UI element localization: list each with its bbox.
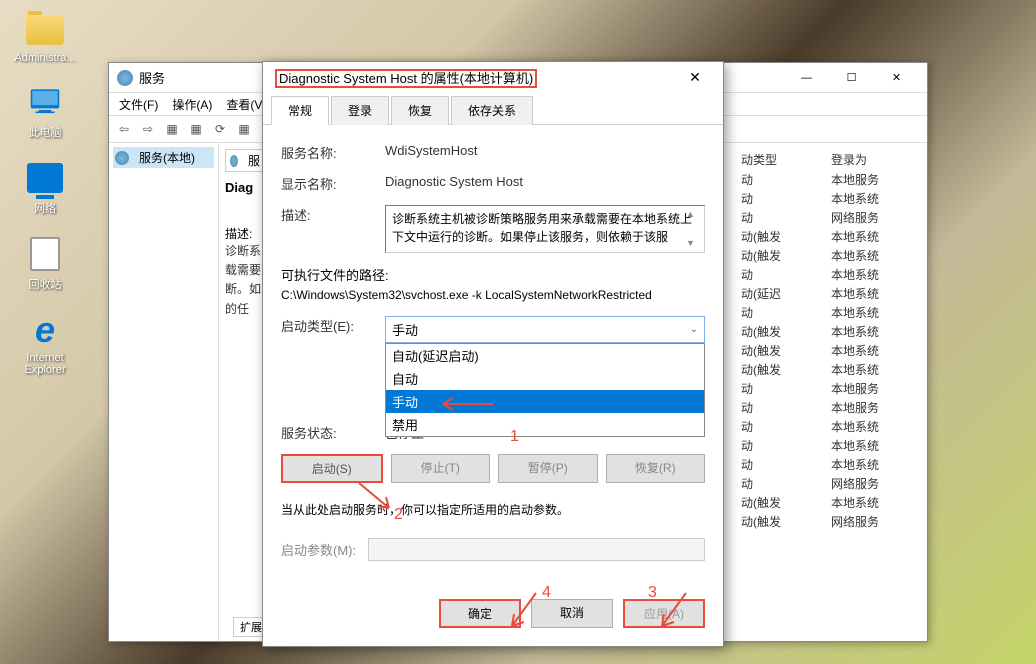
label-startup-type: 启动类型(E):: [281, 316, 385, 335]
col-logon[interactable]: 登录为: [831, 151, 867, 168]
service-row[interactable]: 动本地系统: [741, 455, 923, 474]
cancel-button[interactable]: 取消: [531, 599, 613, 628]
service-row[interactable]: 动(触发本地系统: [741, 341, 923, 360]
label-display-name: 显示名称:: [281, 174, 385, 193]
label-description: 描述:: [281, 205, 385, 224]
tab-recovery[interactable]: 恢复: [391, 96, 449, 125]
desktop-label: Internet Explorer: [10, 352, 80, 376]
minimize-button[interactable]: —: [784, 64, 829, 92]
service-row[interactable]: 动本地服务: [741, 379, 923, 398]
label-start-params: 启动参数(M):: [281, 540, 356, 559]
desktop-network[interactable]: 网络: [10, 158, 80, 216]
services-tree-local[interactable]: 服务(本地): [113, 147, 214, 168]
desktop-label: Administra...: [10, 52, 80, 64]
toolbar-btn[interactable]: ▦: [233, 118, 255, 140]
tab-dependencies[interactable]: 依存关系: [451, 96, 533, 125]
network-icon: [21, 158, 69, 198]
desktop-label: 此电脑: [10, 124, 80, 140]
value-display-name: Diagnostic System Host: [385, 174, 705, 189]
start-hint-text: 当从此处启动服务时，你可以指定所适用的启动参数。: [281, 501, 705, 518]
toolbar-btn[interactable]: ▦: [185, 118, 207, 140]
value-service-name: WdiSystemHost: [385, 143, 705, 158]
desktop-recycle-bin[interactable]: 回收站: [10, 234, 80, 292]
maximize-button[interactable]: ☐: [829, 64, 874, 92]
folder-icon: [26, 15, 64, 45]
resume-button[interactable]: 恢复(R): [606, 454, 706, 483]
startup-dropdown: 自动(延迟启动) 自动 手动 禁用: [385, 343, 705, 437]
label-service-name: 服务名称:: [281, 143, 385, 162]
service-row[interactable]: 动(触发本地系统: [741, 360, 923, 379]
scroll-up-icon[interactable]: ▲: [686, 208, 702, 222]
back-button[interactable]: ⇦: [113, 118, 135, 140]
menu-action[interactable]: 操作(A): [166, 94, 218, 115]
stop-button[interactable]: 停止(T): [391, 454, 491, 483]
desktop-folder-admin[interactable]: Administra...: [10, 10, 80, 64]
value-exec-path: C:\Windows\System32\svchost.exe -k Local…: [281, 288, 705, 302]
toolbar-btn[interactable]: ▦: [161, 118, 183, 140]
col-startup[interactable]: 动类型: [741, 151, 831, 168]
service-row[interactable]: 动(触发网络服务: [741, 512, 923, 531]
forward-button[interactable]: ⇨: [137, 118, 159, 140]
service-row[interactable]: 动网络服务: [741, 208, 923, 227]
service-row[interactable]: 动本地系统: [741, 417, 923, 436]
option-auto-delayed[interactable]: 自动(延迟启动): [386, 344, 704, 367]
tab-logon[interactable]: 登录: [331, 96, 389, 125]
services-icon: [115, 151, 129, 165]
service-row[interactable]: 动本地服务: [741, 170, 923, 189]
search-box[interactable]: 服: [225, 149, 265, 172]
ie-icon: e: [21, 310, 69, 350]
service-row[interactable]: 动网络服务: [741, 474, 923, 493]
dialog-title: Diagnostic System Host 的属性(本地计算机): [275, 69, 537, 88]
service-row[interactable]: 动(延迟本地系统: [741, 284, 923, 303]
service-row[interactable]: 动本地系统: [741, 265, 923, 284]
description-textarea[interactable]: 诊断系统主机被诊断策略服务用来承载需要在本地系统上下文中运行的诊断。如果停止该服…: [385, 205, 705, 253]
desktop-ie[interactable]: e Internet Explorer: [10, 310, 80, 376]
desktop-this-pc[interactable]: 此电脑: [10, 82, 80, 140]
ok-button[interactable]: 确定: [439, 599, 521, 628]
service-row[interactable]: 动本地服务: [741, 398, 923, 417]
option-auto[interactable]: 自动: [386, 367, 704, 390]
menu-file[interactable]: 文件(F): [113, 94, 164, 115]
pc-icon: [21, 82, 69, 122]
pause-button[interactable]: 暂停(P): [498, 454, 598, 483]
service-row[interactable]: 动(触发本地系统: [741, 322, 923, 341]
refresh-button[interactable]: ⟳: [209, 118, 231, 140]
service-row[interactable]: 动本地系统: [741, 436, 923, 455]
desktop-label: 网络: [10, 200, 80, 216]
apply-button[interactable]: 应用(A): [623, 599, 705, 628]
services-icon: [230, 155, 238, 167]
close-button[interactable]: ✕: [675, 65, 715, 89]
label-exec-path: 可执行文件的路径:: [281, 265, 705, 284]
option-manual[interactable]: 手动: [386, 390, 704, 413]
option-disabled[interactable]: 禁用: [386, 413, 704, 436]
scroll-down-icon[interactable]: ▼: [686, 237, 702, 251]
start-params-input: [368, 538, 705, 561]
label-service-status: 服务状态:: [281, 423, 385, 442]
start-button[interactable]: 启动(S): [281, 454, 383, 483]
service-row[interactable]: 动(触发本地系统: [741, 227, 923, 246]
service-row[interactable]: 动本地系统: [741, 303, 923, 322]
recycle-bin-icon: [21, 234, 69, 274]
startup-type-select[interactable]: 手动 ⌄: [385, 316, 705, 343]
properties-dialog: Diagnostic System Host 的属性(本地计算机) ✕ 常规 登…: [262, 61, 724, 647]
service-row[interactable]: 动(触发本地系统: [741, 493, 923, 512]
tab-general[interactable]: 常规: [271, 96, 329, 125]
desktop-label: 回收站: [10, 276, 80, 292]
chevron-down-icon: ⌄: [690, 324, 698, 335]
service-row[interactable]: 动本地系统: [741, 189, 923, 208]
services-list[interactable]: 动类型 登录为 动本地服务动本地系统动网络服务动(触发本地系统动(触发本地系统动…: [737, 143, 927, 641]
service-row[interactable]: 动(触发本地系统: [741, 246, 923, 265]
services-icon: [117, 70, 133, 86]
close-button[interactable]: ✕: [874, 64, 919, 92]
